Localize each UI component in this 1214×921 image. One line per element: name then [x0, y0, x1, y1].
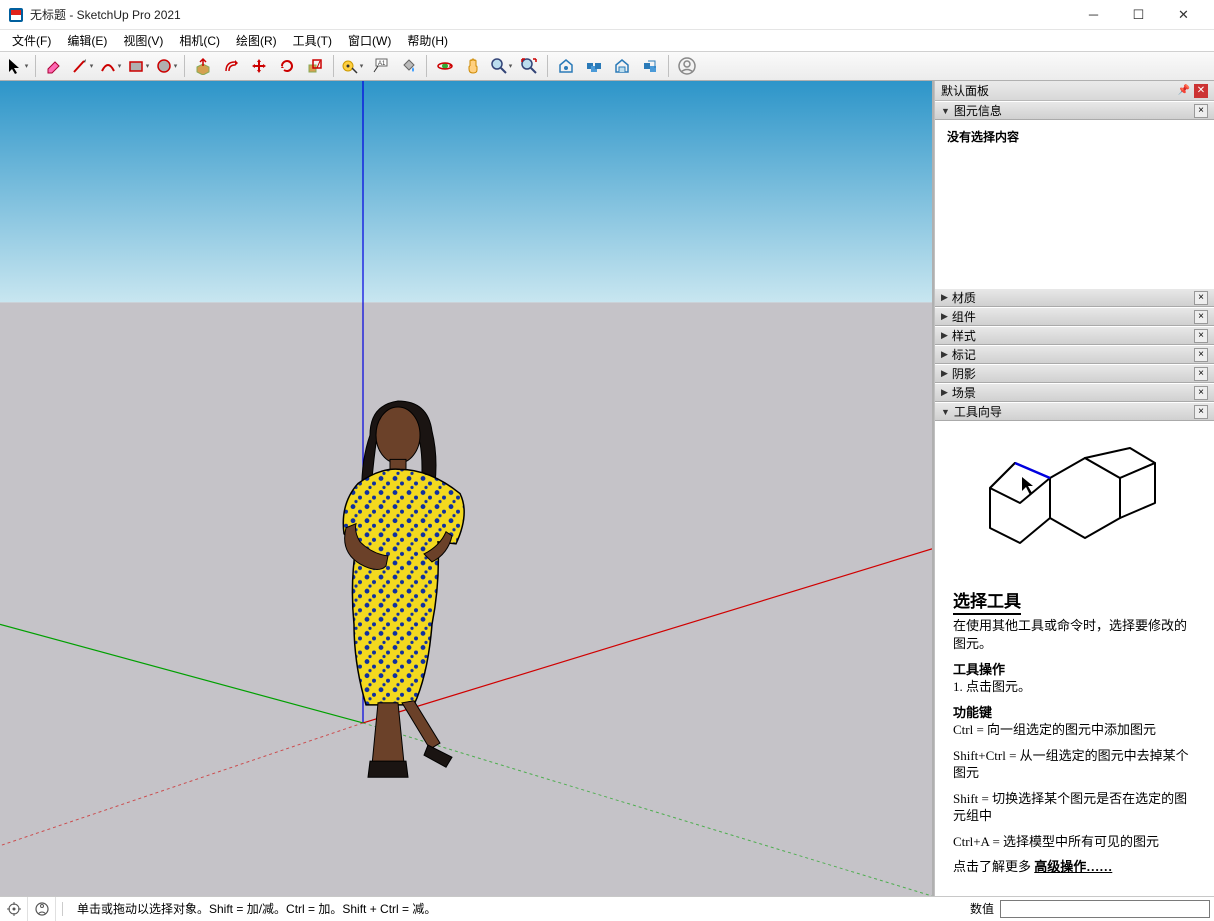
- menu-tools[interactable]: 工具(T): [285, 30, 340, 51]
- instructor-mod-2: Shift+Ctrl = 从一组选定的图元中去掉某个图元: [953, 747, 1196, 782]
- panel-scenes-header[interactable]: ▶场景×: [935, 383, 1214, 402]
- menu-camera[interactable]: 相机(C): [171, 30, 228, 51]
- panel-instructor-header[interactable]: ▼工具向导×: [935, 402, 1214, 421]
- instructor-title: 选择工具: [953, 591, 1021, 616]
- status-hint: 单击或拖动以选择对象。Shift = 加/减。Ctrl = 加。Shift + …: [69, 900, 964, 917]
- panel-tags-header[interactable]: ▶标记×: [935, 345, 1214, 364]
- menu-window[interactable]: 窗口(W): [340, 30, 399, 51]
- layout-button[interactable]: [637, 53, 663, 79]
- title-bar: 无标题 - SketchUp Pro 2021 ─ ☐ ✕: [0, 0, 1214, 30]
- panel-close-button[interactable]: ×: [1194, 329, 1208, 343]
- instructor-mod-1: Ctrl = 向一组选定的图元中添加图元: [953, 721, 1196, 739]
- instructor-op-1: 1. 点击图元。: [953, 678, 1196, 696]
- pan-tool-button[interactable]: [460, 53, 486, 79]
- menu-help[interactable]: 帮助(H): [399, 30, 456, 51]
- panel-close-button[interactable]: ×: [1194, 367, 1208, 381]
- panel-entity-info-body: 没有选择内容: [935, 120, 1214, 288]
- move-tool-button[interactable]: [246, 53, 272, 79]
- panel-entity-info-header[interactable]: ▼ 图元信息 ×: [935, 101, 1214, 120]
- default-tray: 默认面板 📌 ✕ ▼ 图元信息 × 没有选择内容 ▶材质× ▶组件× ▶样式× …: [934, 81, 1214, 896]
- panel-label: 图元信息: [954, 102, 1194, 119]
- warehouse-button-2[interactable]: [581, 53, 607, 79]
- panel-close-button[interactable]: ×: [1194, 405, 1208, 419]
- toolbar: ▾ ▾ ▾ ▾ ▾ ▾ A1 ▾: [0, 51, 1214, 81]
- user-profile-button[interactable]: [674, 53, 700, 79]
- pin-icon[interactable]: 📌: [1178, 85, 1190, 96]
- instructor-desc: 在使用其他工具或命令时，选择要修改的图元。: [953, 617, 1196, 652]
- app-icon: [8, 7, 24, 23]
- panel-close-button[interactable]: ×: [1194, 104, 1208, 118]
- credits-button[interactable]: [28, 897, 56, 921]
- line-tool-button[interactable]: ▾: [69, 53, 95, 79]
- scale-tool-button[interactable]: [302, 53, 328, 79]
- svg-text:A1: A1: [378, 61, 386, 67]
- minimize-button[interactable]: ─: [1071, 0, 1116, 30]
- menu-draw[interactable]: 绘图(R): [228, 30, 285, 51]
- panel-close-button[interactable]: ×: [1194, 291, 1208, 305]
- panel-materials-header[interactable]: ▶材质×: [935, 288, 1214, 307]
- vcb-input[interactable]: [1000, 900, 1210, 918]
- circle-tool-button[interactable]: ▾: [153, 53, 179, 79]
- menu-edit[interactable]: 编辑(E): [59, 30, 115, 51]
- select-tool-button[interactable]: ▾: [4, 53, 30, 79]
- extension-warehouse-button[interactable]: [609, 53, 635, 79]
- maximize-button[interactable]: ☐: [1116, 0, 1161, 30]
- close-button[interactable]: ✕: [1161, 0, 1206, 30]
- panel-components-header[interactable]: ▶组件×: [935, 307, 1214, 326]
- menu-file[interactable]: 文件(F): [4, 30, 59, 51]
- arc-tool-button[interactable]: ▾: [97, 53, 123, 79]
- menu-view[interactable]: 视图(V): [115, 30, 171, 51]
- no-selection-text: 没有选择内容: [947, 128, 1202, 145]
- zoom-extents-tool-button[interactable]: [516, 53, 542, 79]
- paint-bucket-tool-button[interactable]: [395, 53, 421, 79]
- tape-measure-tool-button[interactable]: ▾: [339, 53, 365, 79]
- panel-styles-header[interactable]: ▶样式×: [935, 326, 1214, 345]
- instructor-op-heading: 工具操作: [953, 661, 1196, 679]
- eraser-tool-button[interactable]: [41, 53, 67, 79]
- window-title: 无标题 - SketchUp Pro 2021: [30, 6, 1071, 23]
- instructor-advanced-link[interactable]: 高级操作……: [1034, 859, 1112, 874]
- panel-close-button[interactable]: ×: [1194, 310, 1208, 324]
- instructor-mod-heading: 功能键: [953, 704, 1196, 722]
- orbit-tool-button[interactable]: [432, 53, 458, 79]
- warehouse-button-1[interactable]: [553, 53, 579, 79]
- panel-close-button[interactable]: ×: [1194, 348, 1208, 362]
- panel-shadows-header[interactable]: ▶阴影×: [935, 364, 1214, 383]
- panel-instructor-body: 选择工具 在使用其他工具或命令时，选择要修改的图元。 工具操作 1. 点击图元。…: [935, 421, 1214, 896]
- tray-title: 默认面板: [941, 82, 989, 99]
- tray-header[interactable]: 默认面板 📌 ✕: [935, 81, 1214, 101]
- offset-tool-button[interactable]: [218, 53, 244, 79]
- tray-close-button[interactable]: ✕: [1194, 84, 1208, 98]
- zoom-tool-button[interactable]: ▾: [488, 53, 514, 79]
- viewport-3d[interactable]: [0, 81, 934, 896]
- panel-close-button[interactable]: ×: [1194, 386, 1208, 400]
- rotate-tool-button[interactable]: [274, 53, 300, 79]
- text-tool-button[interactable]: A1: [367, 53, 393, 79]
- vcb-label: 数值: [964, 900, 1000, 917]
- geolocation-button[interactable]: [0, 897, 28, 921]
- menu-bar: 文件(F) 编辑(E) 视图(V) 相机(C) 绘图(R) 工具(T) 窗口(W…: [0, 30, 1214, 51]
- instructor-mod-4: Ctrl+A = 选择模型中所有可见的图元: [953, 833, 1196, 851]
- instructor-mod-3: Shift = 切换选择某个图元是否在选定的图元组中: [953, 790, 1196, 825]
- collapse-arrow-icon: ▼: [941, 106, 950, 116]
- pushpull-tool-button[interactable]: [190, 53, 216, 79]
- status-bar: 单击或拖动以选择对象。Shift = 加/减。Ctrl = 加。Shift + …: [0, 896, 1214, 920]
- instructor-illustration: [935, 421, 1214, 585]
- rectangle-tool-button[interactable]: ▾: [125, 53, 151, 79]
